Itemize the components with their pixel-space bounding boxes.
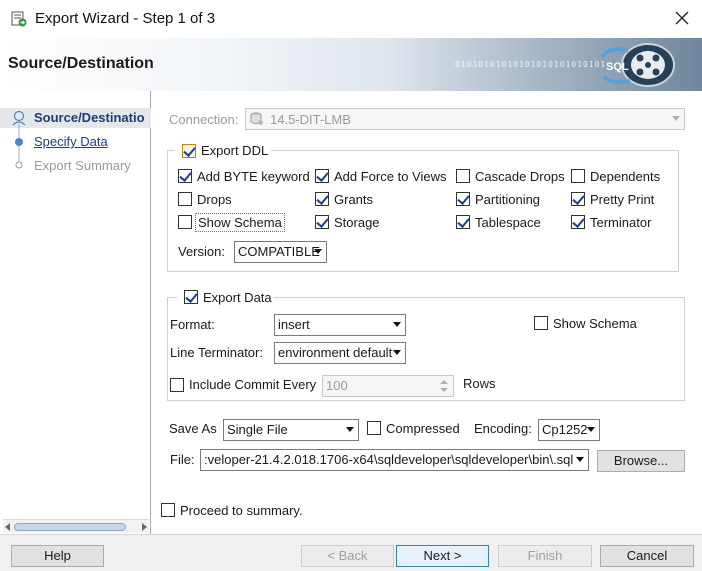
proceed-to-summary-label: Proceed to summary.	[180, 503, 303, 518]
export-ddl-checkbox[interactable]	[182, 144, 196, 158]
storage-label: Storage	[334, 215, 380, 230]
save-as-value: Single File	[227, 422, 288, 437]
terminator-label: Terminator	[590, 215, 652, 230]
terminator-checkbox[interactable]	[571, 215, 585, 229]
pretty-print-checkbox[interactable]	[571, 192, 585, 206]
line-terminator-select[interactable]: environment default	[274, 342, 406, 364]
show-schema-data-checkbox[interactable]	[534, 316, 548, 330]
title-bar: Export Wizard - Step 1 of 3	[0, 0, 702, 38]
cascade-drops-checkbox[interactable]	[456, 169, 470, 183]
rows-label: Rows	[463, 376, 496, 391]
format-label: Format:	[170, 317, 215, 332]
chevron-down-icon	[576, 457, 584, 462]
compressed-label: Compressed	[386, 421, 460, 436]
chevron-down-icon	[314, 249, 322, 254]
dependents-checkbox[interactable]	[571, 169, 585, 183]
drops-label: Drops	[197, 192, 232, 207]
connection-label: Connection:	[169, 112, 239, 127]
partitioning-checkbox[interactable]	[456, 192, 470, 206]
file-path-input[interactable]: :veloper-21.4.2.018.1706-x64\sqldevelope…	[200, 449, 589, 471]
chevron-down-icon	[393, 350, 401, 355]
database-connection-icon	[250, 112, 263, 125]
export-data-label: Export Data	[203, 290, 272, 305]
nav-item-specify-data[interactable]: Specify Data	[34, 134, 108, 149]
proceed-to-summary-checkbox[interactable]	[161, 503, 175, 517]
connection-select: 14.5-DIT-LMB	[245, 108, 685, 130]
add-force-to-views-label: Add Force to Views	[334, 169, 447, 184]
spinner-arrows-icon	[440, 380, 448, 392]
encoding-value: Cp1252	[542, 422, 588, 437]
step-dot-icon	[15, 138, 23, 146]
chevron-down-icon	[346, 427, 354, 432]
scroll-right-icon[interactable]	[142, 523, 147, 531]
sql-logo-icon: SQL	[600, 43, 675, 87]
step-dot-disabled-icon	[15, 161, 23, 169]
export-data-checkbox[interactable]	[184, 290, 198, 304]
back-button: < Back	[301, 545, 394, 567]
commit-every-value: 100	[326, 378, 348, 393]
page-title: Source/Destination	[8, 55, 154, 72]
show-schema-ddl-label: Show Schema	[195, 213, 285, 232]
show-schema-data-label: Show Schema	[553, 316, 637, 331]
next-button[interactable]: Next >	[396, 545, 489, 567]
pretty-print-label: Pretty Print	[590, 192, 655, 207]
nav-item-export-summary: Export Summary	[34, 158, 131, 173]
tablespace-checkbox[interactable]	[456, 215, 470, 229]
grants-checkbox[interactable]	[315, 192, 329, 206]
dependents-label: Dependents	[590, 169, 661, 184]
version-value: COMPATIBLE	[238, 244, 320, 259]
export-wizard-icon	[11, 11, 27, 27]
nav-horizontal-scrollbar[interactable]	[3, 519, 149, 533]
version-label: Version:	[178, 244, 225, 259]
add-byte-keyword-label: Add BYTE keyword	[197, 169, 310, 184]
export-ddl-label: Export DDL	[201, 143, 269, 158]
chevron-down-icon	[393, 322, 401, 327]
header-banner: Source/Destination 010101010101010101010…	[0, 38, 702, 91]
browse-button[interactable]: Browse...	[597, 450, 685, 472]
connection-value: 14.5-DIT-LMB	[270, 112, 351, 127]
close-icon[interactable]	[672, 8, 692, 28]
finish-button: Finish	[498, 545, 592, 567]
partitioning-label: Partitioning	[475, 192, 541, 207]
cancel-button[interactable]: Cancel	[600, 545, 694, 567]
drops-checkbox[interactable]	[178, 192, 192, 206]
add-force-to-views-checkbox[interactable]	[315, 169, 329, 183]
include-commit-label: Include Commit Every	[189, 377, 317, 392]
tablespace-label: Tablespace	[475, 215, 541, 230]
encoding-label: Encoding:	[474, 421, 532, 436]
file-label: File:	[170, 452, 195, 467]
help-button[interactable]: Help	[11, 545, 104, 567]
compressed-checkbox[interactable]	[367, 421, 381, 435]
format-select[interactable]: insert	[274, 314, 406, 336]
file-path-value: :veloper-21.4.2.018.1706-x64\sqldevelope…	[204, 452, 574, 467]
encoding-select[interactable]: Cp1252	[538, 419, 600, 441]
chevron-down-icon	[587, 427, 595, 432]
include-commit-checkbox[interactable]	[170, 378, 184, 392]
save-as-select[interactable]: Single File	[223, 419, 359, 441]
storage-checkbox[interactable]	[315, 215, 329, 229]
format-value: insert	[278, 317, 310, 332]
window-title: Export Wizard - Step 1 of 3	[35, 10, 216, 27]
grants-label: Grants	[334, 192, 374, 207]
scrollbar-thumb[interactable]	[14, 523, 126, 531]
line-terminator-value: environment default	[278, 345, 393, 360]
version-select[interactable]: COMPATIBLE	[234, 241, 327, 263]
commit-every-stepper: 100	[322, 375, 454, 397]
add-byte-keyword-checkbox[interactable]	[178, 169, 192, 183]
save-as-label: Save As	[169, 421, 217, 436]
nav-item-source-destination[interactable]: Source/Destinatio	[34, 110, 145, 125]
banner-binary-decoration: 01010101010101010101010101	[455, 60, 607, 69]
show-schema-ddl-checkbox[interactable]	[178, 215, 192, 229]
line-terminator-label: Line Terminator:	[170, 345, 263, 360]
sql-logo-text: SQL	[606, 61, 629, 73]
cascade-drops-label: Cascade Drops	[475, 169, 565, 184]
scroll-left-icon[interactable]	[5, 523, 10, 531]
